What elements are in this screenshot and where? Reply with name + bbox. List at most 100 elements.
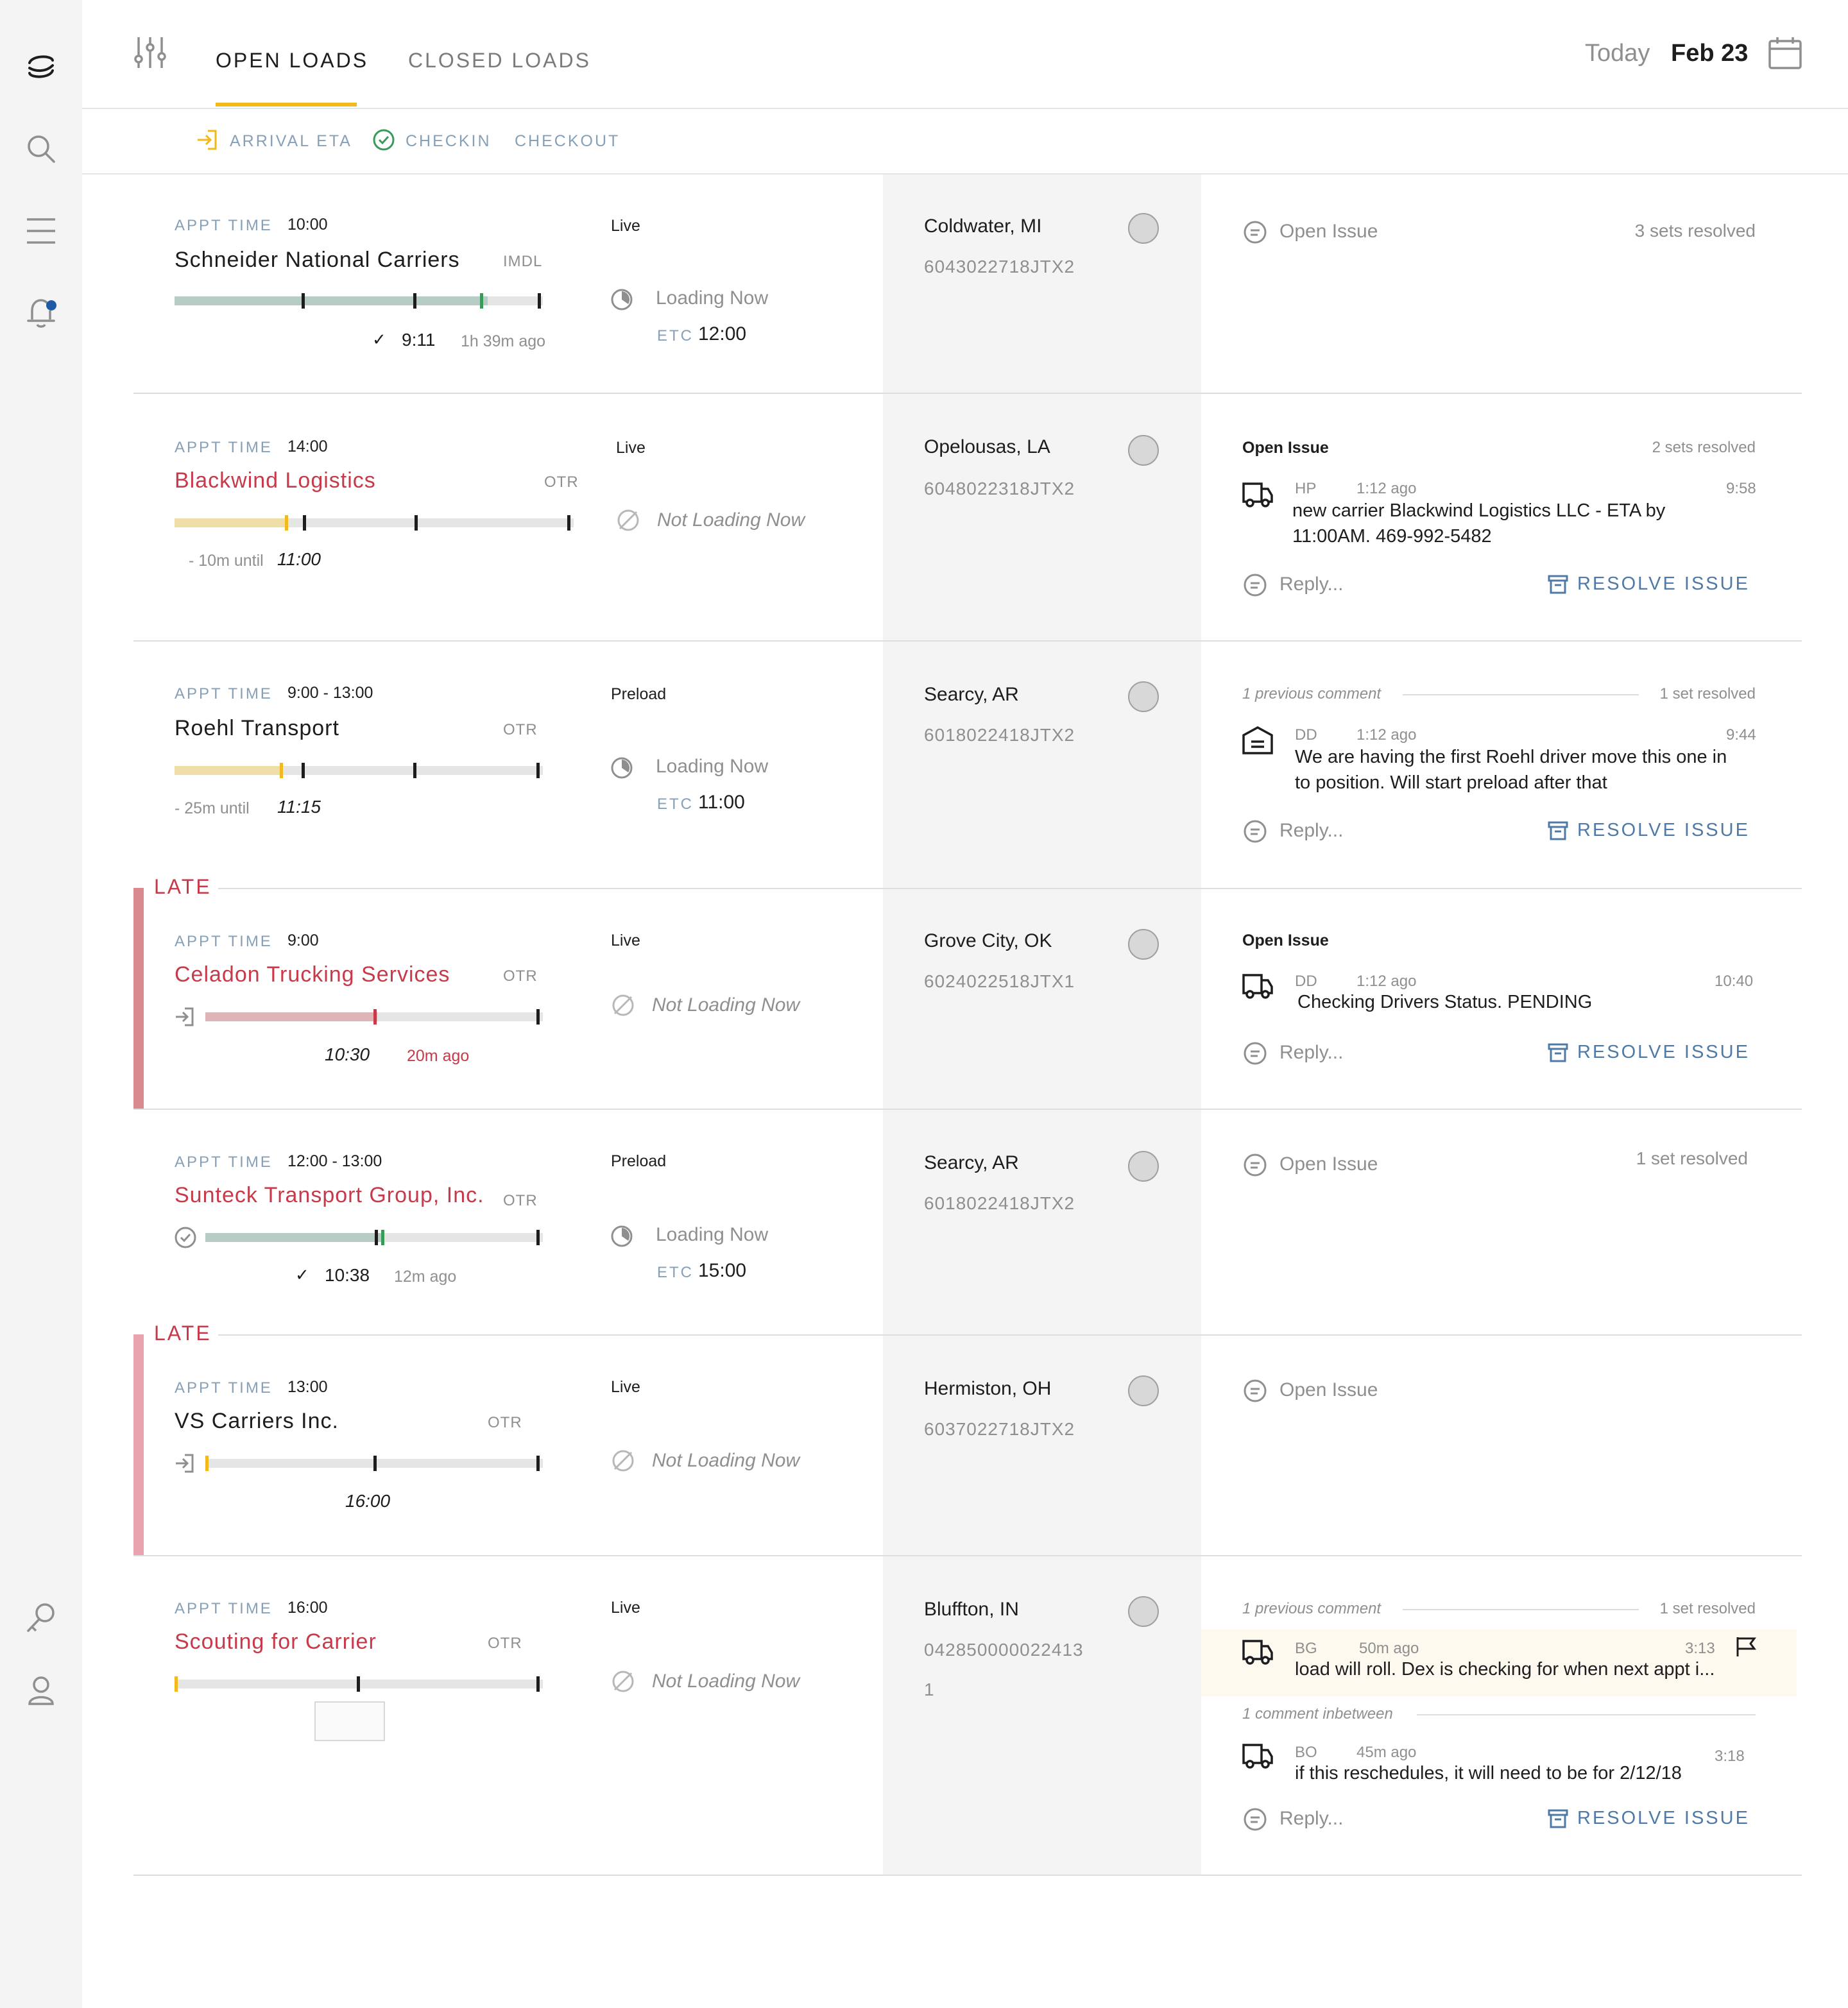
comment-ago: 1:12 ago [1356,480,1417,497]
not-loading-icon [616,508,640,532]
resolve-issue-button[interactable]: RESOLVE ISSUE [1548,574,1750,595]
status-dot[interactable] [1128,929,1159,960]
status-dot[interactable] [1128,213,1159,244]
load-row[interactable]: APPT TIME 16:00 Scouting for Carrier OTR… [0,1556,1848,1875]
time-input-box[interactable] [314,1701,385,1741]
carrier-name[interactable]: Roehl Transport [175,716,339,741]
sets-resolved: 2 sets resolved [1652,439,1756,456]
load-row[interactable]: APPT TIME 9:00 Celadon Trucking Services… [0,889,1848,1109]
carrier-type: OTR [503,1192,538,1209]
load-mode: Live [611,217,640,235]
resolve-issue-button[interactable]: RESOLVE ISSUE [1548,820,1750,841]
progress-track [205,1009,543,1025]
progress-tick [373,1456,377,1471]
reply-input[interactable]: Reply... [1279,820,1343,842]
open-issue-link[interactable]: Open Issue [1279,1153,1378,1175]
carrier-name[interactable]: Schneider National Carriers [175,248,460,273]
carrier-name[interactable]: Scouting for Carrier [175,1629,377,1655]
appt-time: 12:00 - 13:00 [287,1152,382,1170]
etc-time: 12:00 [698,323,747,345]
open-issue-link[interactable]: Open Issue [1279,1379,1378,1401]
load-row[interactable]: APPT TIME 10:00 Schneider National Carri… [0,174,1848,393]
logo-icon[interactable] [23,49,59,85]
resolve-label: RESOLVE ISSUE [1577,1808,1750,1828]
checkmark-icon: ✓ [372,330,386,349]
load-mode: Live [611,1599,640,1617]
previous-comment-link[interactable]: 1 previous comment [1242,1600,1381,1618]
arrival-icon [173,1005,198,1029]
tab-open-loads[interactable]: OPEN LOADS [216,49,368,72]
subtab-checkout[interactable]: CHECKOUT [515,132,620,151]
open-issue-link[interactable]: Open Issue [1279,221,1378,242]
comment-time: 9:58 [1726,480,1756,497]
appt-time: 13:00 [287,1378,328,1396]
current-date[interactable]: Feb 23 [1671,40,1748,67]
resolve-issue-button[interactable]: RESOLVE ISSUE [1548,1808,1750,1829]
tab-closed-loads[interactable]: CLOSED LOADS [408,49,591,72]
subtab-arrival-eta[interactable]: ARRIVAL ETA [198,130,352,151]
comment-author: DD [1295,726,1317,744]
progress-tick [357,1676,360,1692]
subtab-label: ARRIVAL ETA [230,132,352,150]
load-row[interactable]: APPT TIME 12:00 - 13:00 Sunteck Transpor… [0,1110,1848,1334]
comment-ago: 1:12 ago [1356,973,1417,990]
progress-tick [415,515,418,531]
status-dot[interactable] [1128,1596,1159,1627]
calendar-icon[interactable] [1767,35,1803,71]
reply-input[interactable]: Reply... [1279,574,1343,595]
progress-tick [536,763,540,778]
etc-label: ETC [657,1264,694,1281]
time-ago: 20m ago [407,1047,470,1065]
carrier-name[interactable]: Sunteck Transport Group, Inc. [175,1183,484,1208]
load-row[interactable]: APPT TIME 13:00 VS Carriers Inc. OTR 16:… [0,1336,1848,1555]
comment-author: BO [1295,1744,1317,1761]
progress-tick [536,1009,540,1025]
progress-fill [205,1233,384,1242]
comment-line: new carrier Blackwind Logistics LLC - ET… [1292,500,1666,521]
archive-icon [1548,821,1568,840]
truck-icon [1241,477,1274,511]
reference-number: 6048022318JTX2 [924,479,1075,498]
carrier-name[interactable]: VS Carriers Inc. [175,1409,339,1434]
reference-number: 6024022518JTX1 [924,971,1075,991]
arrival-icon [173,1451,198,1476]
today-button[interactable]: Today [1585,40,1650,67]
comments-between-link[interactable]: 1 comment inbetween [1242,1705,1393,1723]
progress-tick-current [280,763,283,778]
status-dot[interactable] [1128,681,1159,712]
carrier-name[interactable]: Celadon Trucking Services [175,962,450,987]
previous-comment-link[interactable]: 1 previous comment [1242,685,1381,703]
progress-tick [567,515,570,531]
time-until-label: - 25m until [175,799,250,817]
chat-bubble-icon [1242,572,1268,598]
status-dot[interactable] [1128,1375,1159,1406]
resolve-label: RESOLVE ISSUE [1577,1042,1750,1062]
load-mode: Live [616,439,646,457]
comment-time: 10:40 [1715,973,1754,990]
load-mode: Preload [611,685,667,703]
chat-bubble-icon [1242,219,1268,245]
check-circle-icon [373,129,395,151]
reply-input[interactable]: Reply... [1279,1042,1343,1064]
flag-icon[interactable] [1734,1635,1758,1659]
reply-input[interactable]: Reply... [1279,1808,1343,1830]
progress-tick-current [381,1230,384,1245]
not-loading-icon [611,993,635,1017]
subtab-checkin[interactable]: CHECKIN [373,129,492,151]
carrier-name[interactable]: Blackwind Logistics [175,468,376,493]
search-icon[interactable] [23,131,59,167]
progress-track [205,1230,543,1245]
filter-sliders-icon[interactable] [131,33,169,72]
resolve-issue-button[interactable]: RESOLVE ISSUE [1548,1042,1750,1063]
location-city: Coldwater, MI [924,216,1042,237]
loading-status: Loading Now [656,287,769,309]
resolve-label: RESOLVE ISSUE [1577,820,1750,840]
load-row[interactable]: APPT TIME 14:00 Blackwind Logistics OTR … [0,394,1848,640]
appt-time-label: APPT TIME [175,1379,273,1397]
etc-time: 11:00 [698,792,745,813]
truck-icon [1241,969,1274,1002]
status-dot[interactable] [1128,1151,1159,1182]
load-row[interactable]: APPT TIME 9:00 - 13:00 Roehl Transport O… [0,642,1848,888]
location-city: Opelousas, LA [924,436,1050,457]
status-dot[interactable] [1128,435,1159,466]
